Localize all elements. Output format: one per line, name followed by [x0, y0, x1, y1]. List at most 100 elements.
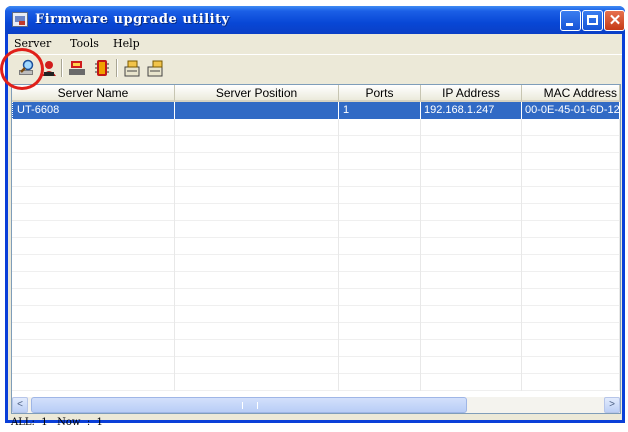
cell-ports — [339, 170, 421, 187]
cell-ports — [339, 323, 421, 340]
cell-server-position — [175, 255, 339, 272]
cell-mac-address — [522, 238, 620, 255]
scroll-grip — [242, 402, 258, 409]
empty-row[interactable] — [12, 136, 620, 153]
cell-ports — [339, 340, 421, 357]
cell-ip-address — [421, 153, 522, 170]
export-icon[interactable] — [122, 58, 142, 78]
minimize-button[interactable] — [560, 10, 581, 31]
app-window: Firmware upgrade utility ✕ Server Tools … — [5, 6, 625, 428]
empty-row[interactable] — [12, 323, 620, 340]
column-header-server-name[interactable]: Server Name — [12, 85, 175, 102]
cell-ip-address — [421, 323, 522, 340]
cell-server-name — [12, 306, 175, 323]
cell-server-name — [12, 374, 175, 391]
empty-row[interactable] — [12, 170, 620, 187]
cell-ip-address: 192.168.1.247 — [421, 102, 522, 119]
cell-mac-address — [522, 340, 620, 357]
empty-row[interactable] — [12, 374, 620, 391]
empty-row[interactable] — [12, 187, 620, 204]
cell-server-name: UT-6608 — [12, 102, 175, 119]
cell-server-position — [175, 102, 339, 119]
list-header: Server Name Server Position Ports IP Add… — [12, 85, 620, 102]
empty-row[interactable] — [12, 272, 620, 289]
cell-ports — [339, 255, 421, 272]
column-header-ports[interactable]: Ports — [339, 85, 421, 102]
close-button[interactable]: ✕ — [604, 10, 625, 31]
cell-server-name — [12, 255, 175, 272]
cell-server-position — [175, 170, 339, 187]
cell-server-position — [175, 289, 339, 306]
cell-ports — [339, 153, 421, 170]
cell-ports — [339, 136, 421, 153]
cell-ip-address — [421, 272, 522, 289]
status-bar: ALL: 1 Now : 1 — [8, 414, 622, 432]
cell-server-name — [12, 289, 175, 306]
scroll-left-button[interactable]: < — [12, 397, 28, 413]
client-area: Server Tools Help Server Name Server Pos… — [8, 34, 622, 428]
cell-server-position — [175, 204, 339, 221]
empty-row[interactable] — [12, 289, 620, 306]
cell-ports — [339, 357, 421, 374]
cell-server-position — [175, 153, 339, 170]
scroll-right-button[interactable]: > — [604, 397, 620, 413]
firmware-chip-icon[interactable] — [92, 58, 112, 78]
cell-server-position — [175, 374, 339, 391]
empty-row[interactable] — [12, 204, 620, 221]
cell-server-name — [12, 357, 175, 374]
cell-ip-address — [421, 221, 522, 238]
cell-ip-address — [421, 357, 522, 374]
cell-server-name — [12, 170, 175, 187]
cell-server-name — [12, 119, 175, 136]
highlight-circle — [0, 48, 44, 90]
column-header-ip-address[interactable]: IP Address — [421, 85, 522, 102]
empty-row[interactable] — [12, 119, 620, 136]
cell-ports — [339, 289, 421, 306]
cell-server-name — [12, 340, 175, 357]
cell-ip-address — [421, 136, 522, 153]
server-list[interactable]: Server Name Server Position Ports IP Add… — [11, 84, 621, 414]
column-header-mac-address[interactable]: MAC Address — [522, 85, 620, 102]
cell-server-position — [175, 306, 339, 323]
status-text: ALL: 1 Now : 1 — [11, 417, 103, 428]
empty-row[interactable] — [12, 153, 620, 170]
horizontal-scrollbar[interactable]: < > — [12, 397, 620, 413]
scroll-thumb[interactable] — [31, 397, 467, 413]
cell-ports — [339, 272, 421, 289]
empty-row[interactable] — [12, 357, 620, 374]
cell-server-name — [12, 153, 175, 170]
cell-mac-address — [522, 272, 620, 289]
toolbar-separator — [116, 59, 118, 77]
cell-server-position — [175, 221, 339, 238]
empty-row[interactable] — [12, 238, 620, 255]
empty-row[interactable] — [12, 255, 620, 272]
app-icon — [12, 12, 28, 27]
table-row[interactable]: UT-6608 1 192.168.1.247 00-0E-45-01-6D-12 — [12, 102, 620, 119]
cell-mac-address — [522, 170, 620, 187]
cell-mac-address — [522, 323, 620, 340]
import-icon[interactable] — [145, 58, 165, 78]
column-header-server-position[interactable]: Server Position — [175, 85, 339, 102]
empty-row[interactable] — [12, 340, 620, 357]
cell-ip-address — [421, 238, 522, 255]
cell-ip-address — [421, 306, 522, 323]
cell-server-position — [175, 136, 339, 153]
cell-ip-address — [421, 187, 522, 204]
cell-mac-address — [522, 221, 620, 238]
cell-ip-address — [421, 289, 522, 306]
server-connect-icon[interactable] — [67, 58, 87, 78]
cell-server-name — [12, 238, 175, 255]
cell-ports: 1 — [339, 102, 421, 119]
cell-mac-address — [522, 306, 620, 323]
cell-ports — [339, 306, 421, 323]
cell-ip-address — [421, 255, 522, 272]
menu-help[interactable]: Help — [113, 37, 140, 50]
toolbar-separator — [61, 59, 63, 77]
maximize-button[interactable] — [582, 10, 603, 31]
cell-mac-address — [522, 374, 620, 391]
empty-row[interactable] — [12, 221, 620, 238]
menu-tools[interactable]: Tools — [70, 37, 99, 50]
title-bar[interactable]: Firmware upgrade utility ✕ — [5, 6, 625, 34]
empty-row[interactable] — [12, 306, 620, 323]
cell-server-name — [12, 272, 175, 289]
